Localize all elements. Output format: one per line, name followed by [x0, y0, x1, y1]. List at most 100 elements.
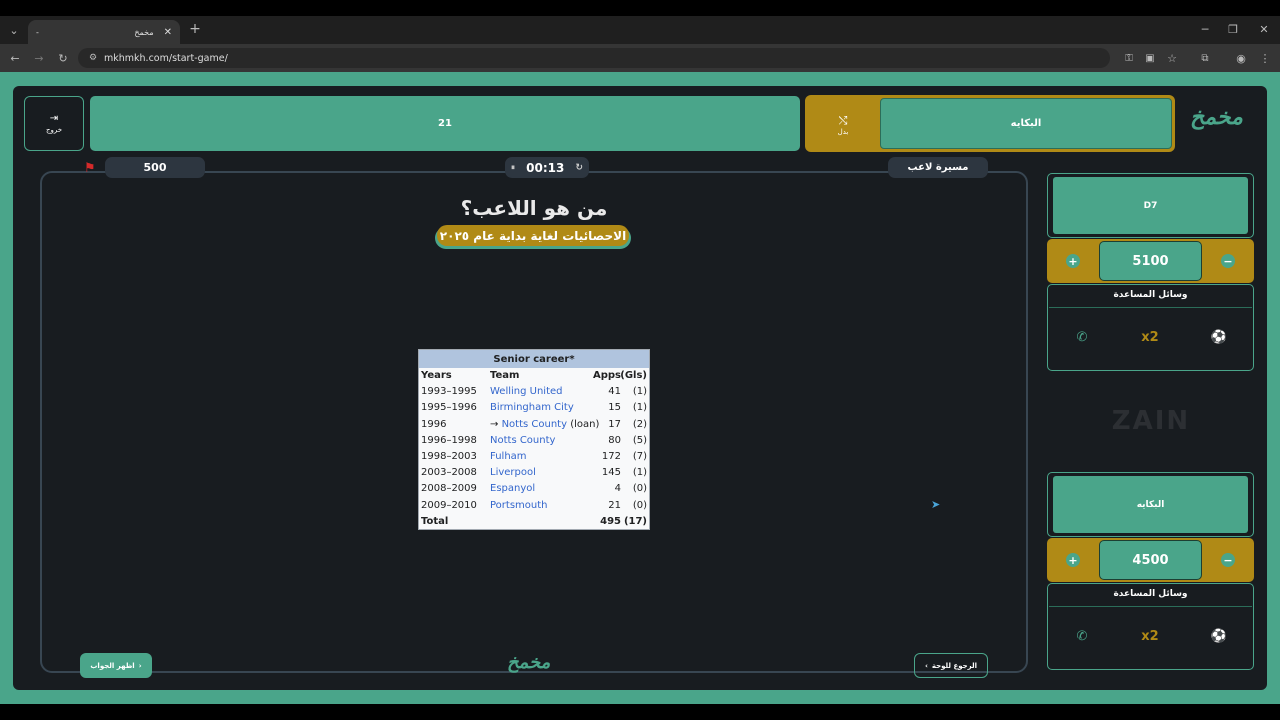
header-apps: Apps — [592, 370, 621, 381]
bottom-logo: مخمخ — [507, 652, 551, 673]
row-goals: (1) — [632, 467, 647, 479]
row-team-link[interactable]: Fulham — [490, 451, 527, 462]
total-apps: 495 — [600, 515, 621, 527]
row-goals: (2) — [632, 418, 647, 430]
row-years: 1993–1995 — [421, 386, 477, 398]
team2-help-double-icon[interactable]: x2 — [1140, 626, 1160, 646]
row-years: 2009–2010 — [421, 499, 477, 511]
team2-plus-button[interactable]: + — [1066, 553, 1080, 567]
row-years: 2003–2008 — [421, 467, 477, 479]
chevron-right-icon: › — [138, 661, 142, 670]
row-goals: (1) — [632, 386, 647, 398]
timer-value: 00:13 — [526, 160, 565, 175]
exit-icon: ⇥ — [49, 113, 59, 124]
row-years: 1996 — [421, 418, 447, 430]
back-icon[interactable]: ← — [6, 49, 24, 67]
question-number-bar: 21 — [90, 96, 800, 151]
restore-icon[interactable]: ❐ — [1224, 20, 1242, 38]
team2-name: البكايه — [1053, 476, 1248, 533]
table-row: 1993–1995 Welling United 41 (1) — [419, 384, 649, 400]
total-label: Total — [421, 515, 449, 527]
reload-icon[interactable]: ↻ — [54, 49, 72, 67]
browser-menu-icon[interactable]: ⋮ — [1256, 49, 1274, 67]
row-team-link[interactable]: Espanyol — [490, 483, 535, 494]
url-field[interactable]: mkhmkh.com/start-game/ — [78, 48, 1110, 68]
team2-score: 4500 — [1099, 540, 1202, 580]
row-apps: 17 — [608, 418, 621, 430]
header-goals: (Gls) — [620, 370, 647, 381]
question-points: 500 — [105, 157, 205, 178]
question-subtitle: الاحصائيات لغاية بداية عام ٢٠٢٥ — [437, 225, 629, 246]
back-to-board-button[interactable]: ‹ الرجوع للوحة — [914, 653, 988, 678]
row-team-link[interactable]: Birmingham City — [490, 402, 574, 413]
browser-tab[interactable]: - مخمخ ✕ — [28, 20, 180, 44]
career-table-title: Senior career* — [419, 350, 649, 368]
header-years: Years — [421, 370, 452, 381]
site-logo: مخمخ — [1190, 104, 1243, 130]
table-row: 2008–2009 Espanyol 4 (0) — [419, 481, 649, 497]
bookmark-star-icon[interactable]: ☆ — [1163, 49, 1181, 67]
row-apps: 145 — [601, 467, 621, 479]
table-row: 2009–2010 Portsmouth 21 (0) — [419, 498, 649, 514]
site-info-icon[interactable]: ⚙ — [84, 49, 102, 67]
team1-plus-button[interactable]: + — [1066, 254, 1080, 268]
team1-name: D7 — [1053, 177, 1248, 234]
password-key-icon[interactable]: ⚿ — [1120, 49, 1138, 67]
profile-icon[interactable]: ◉ — [1232, 49, 1250, 67]
row-goals: (7) — [632, 450, 647, 462]
row-team-link[interactable]: Liverpool — [490, 467, 536, 478]
pause-icon[interactable]: ⏸ — [511, 163, 515, 173]
minimize-icon[interactable]: ─ — [1196, 20, 1214, 38]
forward-icon[interactable]: → — [30, 49, 48, 67]
install-app-icon[interactable]: ▣ — [1141, 49, 1159, 67]
timer: ⏸ 00:13 ↻ — [505, 157, 589, 178]
row-goals: (1) — [632, 402, 647, 414]
show-answer-label: اظهر الجواب — [90, 661, 135, 670]
team1-score: 5100 — [1099, 241, 1202, 281]
row-team-link[interactable]: Welling United — [490, 386, 563, 397]
swap-label: بدل — [837, 128, 849, 136]
row-goals: (0) — [632, 499, 647, 511]
row-years: 1995–1996 — [421, 402, 477, 414]
row-team-link[interactable]: Notts County — [502, 419, 567, 430]
team1-helps-title: وسائل المساعدة — [1113, 290, 1188, 300]
swap-icon: ⤭ — [838, 114, 848, 127]
table-row: 1996 → Notts County (loan) 17 (2) — [419, 417, 649, 433]
career-table: Senior career* Years Team Apps (Gls) 199… — [418, 349, 650, 530]
row-team-link[interactable]: Notts County — [490, 435, 555, 446]
team2-help-call-icon[interactable]: ✆ — [1072, 626, 1092, 646]
show-answer-button[interactable]: اظهر الجواب › — [80, 653, 152, 678]
row-years: 1998–2003 — [421, 450, 477, 462]
table-row: 1995–1996 Birmingham City 15 (1) — [419, 400, 649, 416]
row-apps: 4 — [614, 483, 621, 495]
sponsor-logo: ZAIN — [1111, 406, 1191, 436]
loan-label: (loan) — [567, 418, 600, 430]
row-goals: (0) — [632, 483, 647, 495]
exit-button[interactable]: ⇥ خروج — [24, 96, 84, 151]
team2-help-ball-icon[interactable]: ⚽ — [1209, 626, 1229, 646]
row-apps: 172 — [601, 450, 621, 462]
tab-list-icon[interactable]: ⌄ — [5, 21, 23, 39]
row-apps: 80 — [608, 434, 621, 446]
total-goals: (17) — [623, 515, 647, 527]
row-years: 2008–2009 — [421, 483, 477, 495]
team2-helps-title: وسائل المساعدة — [1113, 589, 1188, 599]
tab-close-icon[interactable]: ✕ — [164, 27, 172, 38]
category-label: مسيرة لاعب — [888, 157, 988, 178]
report-flag-icon[interactable]: ⚑ — [84, 161, 96, 176]
reset-timer-icon[interactable]: ↻ — [575, 163, 583, 173]
team1-help-double-icon[interactable]: x2 — [1140, 327, 1160, 347]
close-window-icon[interactable]: ✕ — [1255, 20, 1273, 38]
extensions-icon[interactable]: ⧉ — [1196, 49, 1214, 67]
team1-help-call-icon[interactable]: ✆ — [1072, 327, 1092, 347]
team1-minus-button[interactable]: − — [1221, 254, 1235, 268]
divider — [1049, 606, 1252, 607]
chevron-left-icon: ‹ — [924, 661, 928, 670]
row-team-link[interactable]: Portsmouth — [490, 500, 548, 511]
new-tab-icon[interactable]: + — [186, 20, 204, 38]
team1-help-ball-icon[interactable]: ⚽ — [1209, 327, 1229, 347]
row-apps: 15 — [608, 402, 621, 414]
swap-button[interactable]: ⤭ بدل — [830, 110, 856, 140]
row-apps: 21 — [608, 499, 621, 511]
team2-minus-button[interactable]: − — [1221, 553, 1235, 567]
